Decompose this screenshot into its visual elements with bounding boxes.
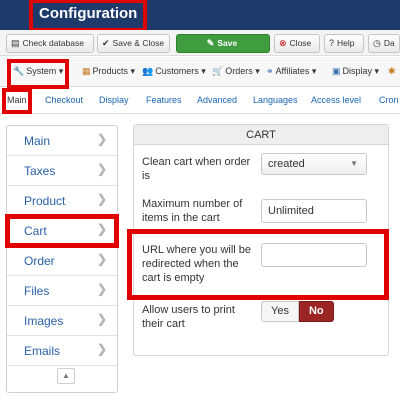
orders-icon: 🛒 bbox=[212, 66, 224, 76]
sidebar-item-images[interactable]: Images ❯ bbox=[7, 306, 117, 336]
chevron-right-icon: ❯ bbox=[96, 252, 107, 266]
database-icon: ▤ bbox=[11, 38, 20, 48]
save-button[interactable]: ✎ Save bbox=[176, 34, 270, 53]
tab-languages[interactable]: Languages bbox=[253, 95, 298, 105]
clean-cart-select[interactable]: created ▼ bbox=[261, 153, 367, 175]
affiliates-icon: ⚭ bbox=[266, 66, 274, 76]
dashboard-label: Da bbox=[383, 38, 395, 48]
toolbar: ▤ Check database ✔ Save & Close ✎ Save ⊗ Clo… bbox=[0, 30, 400, 56]
sidebar-item-label: Files bbox=[24, 284, 50, 298]
panel-title: CART bbox=[134, 125, 388, 145]
chevron-down-icon: ▼ bbox=[350, 159, 358, 168]
menu-affiliates-label: Affiliates bbox=[275, 66, 310, 76]
menu-customers[interactable]: 👥 Customers ▾ bbox=[142, 66, 206, 77]
save-close-label: Save & Close bbox=[112, 38, 165, 48]
sidebar-item-label: Order bbox=[24, 254, 55, 268]
max-items-input[interactable]: Unlimited bbox=[261, 199, 367, 223]
help-button[interactable]: ? Help bbox=[324, 34, 364, 53]
sidebar-item-emails[interactable]: Emails ❯ bbox=[7, 336, 117, 366]
menu-orders[interactable]: 🛒 Orders ▾ bbox=[212, 66, 260, 77]
sidebar-item-product[interactable]: Product ❯ bbox=[7, 186, 117, 216]
sidebar-item-label: Main bbox=[24, 134, 51, 148]
menu-system-label: System bbox=[26, 66, 57, 76]
chevron-right-icon: ❯ bbox=[96, 312, 107, 326]
max-items-label: Maximum number of items in the cart bbox=[142, 198, 243, 224]
menu-display-label: Display bbox=[342, 66, 373, 76]
tab-main[interactable]: Main bbox=[2, 88, 32, 114]
close-icon: ⊗ bbox=[279, 38, 287, 48]
sidebar-item-taxes[interactable]: Taxes ❯ bbox=[7, 156, 117, 186]
cart-settings-panel: CART Clean cart when order is created ▼ … bbox=[133, 124, 389, 356]
redirect-url-input[interactable] bbox=[261, 243, 367, 267]
chevron-right-icon: ❯ bbox=[96, 162, 107, 176]
wrench-icon: 🔧 bbox=[13, 66, 25, 76]
save-close-button[interactable]: ✔ Save & Close bbox=[97, 34, 170, 53]
help-label: Help bbox=[337, 38, 355, 48]
display-icon: ▣ bbox=[332, 66, 341, 76]
close-button[interactable]: ⊗ Close bbox=[274, 34, 320, 53]
tab-access-level[interactable]: Access level bbox=[311, 95, 361, 105]
sidebar-item-cart[interactable]: Cart ❯ bbox=[5, 214, 119, 248]
tab-features[interactable]: Features bbox=[146, 95, 182, 105]
app-header: Configuration bbox=[0, 0, 400, 32]
menu-products[interactable]: ▦ Products ▾ bbox=[82, 66, 135, 77]
tab-cron[interactable]: Cron bbox=[379, 95, 399, 105]
sidebar-item-files[interactable]: Files ❯ bbox=[7, 276, 117, 306]
chevron-right-icon: ❯ bbox=[96, 192, 107, 206]
config-sidebar: Main ❯ Taxes ❯ Product ❯ Cart ❯ Order ❯ … bbox=[5, 125, 119, 393]
page-title: Configuration bbox=[28, 0, 148, 32]
close-label: Close bbox=[289, 38, 312, 48]
scroll-up-icon[interactable]: ▲ bbox=[57, 368, 75, 384]
save-icon: ✎ bbox=[206, 38, 215, 48]
customers-icon: 👥 bbox=[142, 66, 154, 76]
chevron-right-icon: ❯ bbox=[96, 282, 107, 296]
print-cart-toggle: Yes No bbox=[261, 301, 334, 322]
check-database-button[interactable]: ▤ Check database bbox=[6, 34, 94, 53]
sidebar-item-order[interactable]: Order ❯ bbox=[7, 246, 117, 276]
tab-display[interactable]: Display bbox=[99, 95, 129, 105]
chevron-right-icon: ❯ bbox=[96, 222, 107, 236]
clean-cart-label: Clean cart when order is bbox=[142, 156, 251, 182]
print-cart-yes-button[interactable]: Yes bbox=[261, 301, 299, 322]
main-menu: 🔧 System ▾ ▦ Products ▾ 👥 Customers ▾ 🛒 Orde… bbox=[0, 57, 400, 89]
sidebar-item-label: Cart bbox=[24, 224, 47, 238]
chevron-right-icon: ❯ bbox=[96, 132, 107, 146]
menu-affiliates[interactable]: ⚭ Affiliates ▾ bbox=[266, 66, 316, 77]
check-database-label: Check database bbox=[22, 38, 84, 48]
sidebar-item-label: Product bbox=[24, 194, 66, 208]
redirect-url-label: URL where you will be redirected when th… bbox=[142, 244, 252, 284]
menu-system[interactable]: 🔧 System ▾ bbox=[6, 59, 70, 89]
menu-more-icon[interactable]: ✱ bbox=[388, 66, 396, 77]
menu-orders-label: Orders bbox=[225, 66, 253, 76]
config-tabs: Main Checkout Display Features Advanced … bbox=[0, 88, 400, 114]
check-icon: ✔ bbox=[102, 38, 110, 48]
sidebar-item-label: Images bbox=[24, 314, 64, 328]
tab-checkout[interactable]: Checkout bbox=[45, 95, 83, 105]
menu-display[interactable]: ▣ Display ▾ bbox=[332, 66, 379, 77]
help-icon: ? bbox=[329, 38, 335, 48]
menu-customers-label: Customers bbox=[155, 66, 199, 76]
sidebar-item-label: Emails bbox=[24, 344, 61, 358]
sidebar-item-main[interactable]: Main ❯ bbox=[7, 126, 117, 156]
menu-products-label: Products bbox=[92, 66, 129, 76]
products-icon: ▦ bbox=[82, 66, 91, 76]
print-cart-label: Allow users to print their cart bbox=[142, 304, 235, 330]
dashboard-button[interactable]: ◷ Da bbox=[368, 34, 400, 53]
save-label: Save bbox=[217, 38, 238, 48]
sidebar-item-label: Taxes bbox=[24, 164, 56, 178]
print-cart-no-button[interactable]: No bbox=[298, 301, 334, 322]
clean-cart-value: created bbox=[268, 158, 305, 170]
dashboard-icon: ◷ bbox=[373, 38, 381, 48]
tab-advanced[interactable]: Advanced bbox=[197, 95, 237, 105]
chevron-right-icon: ❯ bbox=[96, 342, 107, 356]
